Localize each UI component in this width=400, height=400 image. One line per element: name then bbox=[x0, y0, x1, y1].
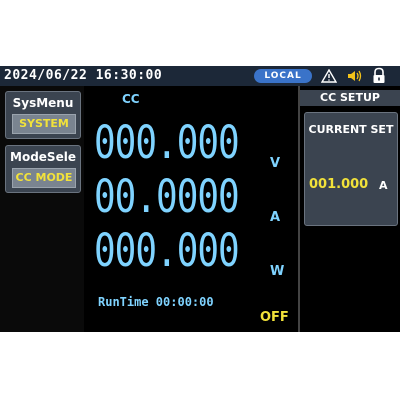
local-badge[interactable]: LOCAL bbox=[254, 69, 312, 83]
output-state[interactable]: OFF bbox=[260, 310, 289, 325]
sysmenu-value: SYSTEM bbox=[12, 114, 76, 134]
lock-icon[interactable] bbox=[372, 67, 386, 84]
status-bar: 2024/06/22 16:30:00 LOCAL bbox=[0, 66, 400, 86]
sysmenu-button[interactable]: SysMenu SYSTEM bbox=[5, 91, 81, 139]
mode-select-value: CC MODE bbox=[12, 168, 76, 188]
left-menu: SysMenu SYSTEM ModeSele CC MODE bbox=[0, 86, 84, 332]
mode-select-title: ModeSele bbox=[10, 150, 76, 164]
current-set-panel[interactable]: CURRENT SET 001.000 A bbox=[304, 112, 398, 226]
voltage-unit: V bbox=[270, 156, 281, 171]
instrument-screen: 2024/06/22 16:30:00 LOCAL SysMenu SYSTEM… bbox=[0, 66, 400, 332]
power-unit: W bbox=[270, 264, 285, 279]
current-set-unit: A bbox=[379, 179, 388, 192]
mode-select-button[interactable]: ModeSele CC MODE bbox=[5, 145, 81, 193]
voltage-readout: 000.000 bbox=[94, 118, 240, 170]
mode-label: CC bbox=[122, 92, 140, 106]
current-set-value[interactable]: 001.000 bbox=[309, 177, 368, 192]
measurement-display: CC 000.000 V 00.0000 A 000.000 W RunTime… bbox=[84, 86, 298, 332]
current-readout: 00.0000 bbox=[94, 172, 240, 224]
power-readout: 000.000 bbox=[94, 226, 240, 278]
datetime-display: 2024/06/22 16:30:00 bbox=[4, 68, 163, 83]
runtime-display: RunTime 00:00:00 bbox=[98, 295, 214, 309]
speaker-icon[interactable] bbox=[346, 69, 364, 83]
setup-header: CC SETUP bbox=[300, 90, 400, 106]
sysmenu-title: SysMenu bbox=[12, 96, 74, 110]
warning-icon bbox=[321, 69, 337, 83]
current-set-title: CURRENT SET bbox=[308, 123, 394, 136]
setup-panel-column: CC SETUP CURRENT SET 001.000 A bbox=[298, 86, 400, 332]
current-unit: A bbox=[270, 210, 281, 225]
